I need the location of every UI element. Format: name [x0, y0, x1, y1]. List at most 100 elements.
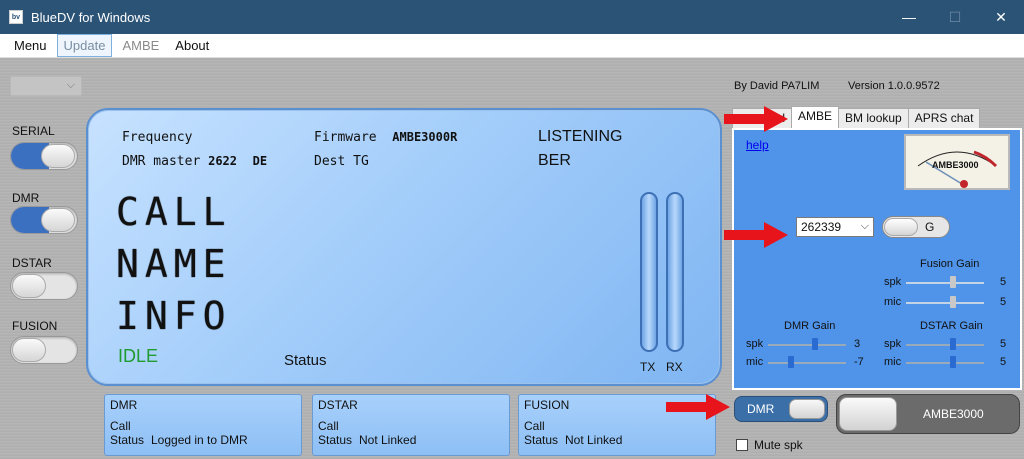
listening-text: LISTENING [538, 128, 623, 145]
vu-meter-title: AMBE3000 [932, 160, 979, 170]
dstar-spk-slider[interactable] [950, 338, 956, 350]
mute-spk-label: Mute spk [754, 438, 803, 452]
app-icon: bv [9, 10, 23, 24]
menu-bar: Menu Update AMBE About [0, 34, 1024, 58]
version-text: Version 1.0.0.9572 [848, 80, 940, 92]
tx-label: TX [640, 360, 656, 374]
fusion-gain-title: Fusion Gain [920, 258, 980, 270]
dmr-gain-title: DMR Gain [784, 320, 836, 332]
tab-bm-lookup[interactable]: BM lookup [838, 108, 909, 128]
dmr-id-value: 262339 [801, 220, 842, 234]
red-arrow-icon [724, 222, 788, 248]
dest-tg-label: Dest TG [314, 154, 369, 169]
g-toggle[interactable]: G [882, 216, 950, 238]
window-controls: — ☐ ✕ [886, 0, 1024, 34]
chevron-down-icon: ⌵ [66, 79, 75, 91]
dmr-master-value: 2622 [208, 154, 238, 168]
maximize-button[interactable]: ☐ [932, 0, 978, 34]
dstar-toggle[interactable] [10, 272, 78, 300]
dstar-gain-title: DSTAR Gain [920, 320, 983, 332]
dstar-spk-label: spk [884, 338, 902, 350]
dstar-mic-label: mic [884, 356, 902, 368]
dmr-panel-title: DMR [110, 398, 138, 412]
ambe3000-switch[interactable]: AMBE3000 [836, 394, 1020, 434]
menu-about[interactable]: About [169, 35, 215, 56]
dstar-spk-row: spk 5 [884, 338, 1020, 352]
fusion-spk-value: 5 [1000, 276, 1007, 288]
dmr-switch-label: DMR [747, 402, 775, 416]
dmr-spk-label: spk [746, 338, 764, 350]
lcd-display: Frequency DMR master 2622 DE Firmware AM… [86, 108, 722, 386]
ambe-switch-label: AMBE3000 [923, 407, 984, 421]
fusion-label: FUSION [12, 319, 58, 333]
ambe-tab-panel: help AMBE3000 262339 ⌵ G Fusion Gain spk… [732, 128, 1022, 390]
dmr-spk-slider[interactable] [812, 338, 818, 350]
mute-spk-checkbox[interactable]: Mute spk [736, 438, 803, 452]
fusion-mic-row: mic 5 [884, 296, 1020, 310]
dmr-mic-value: -7 [854, 356, 864, 368]
dmr-id-select[interactable]: 262339 ⌵ [796, 217, 874, 237]
close-button[interactable]: ✕ [978, 0, 1024, 34]
fusion-spk-label: spk [884, 276, 902, 288]
idle-status: IDLE [118, 346, 159, 366]
dmr-spk-value: 3 [854, 338, 861, 350]
help-link[interactable]: help [746, 138, 769, 152]
firmware: Firmware AMBE3000R [314, 130, 457, 145]
fusion-status-label: Status [524, 433, 559, 447]
menu-menu[interactable]: Menu [8, 35, 53, 56]
dmr-panel: DMR Call Status Logged in to DMR [104, 394, 302, 456]
minimize-button[interactable]: — [886, 0, 932, 34]
menu-ambe[interactable]: AMBE [116, 35, 165, 56]
frequency-label: Frequency [122, 130, 193, 145]
fusion-panel-title: FUSION [524, 398, 570, 412]
call-display: CALL [116, 190, 232, 234]
port-combo[interactable]: ⌵ [10, 76, 82, 96]
checkbox-icon [736, 439, 748, 451]
dmr-mic-label: mic [746, 356, 764, 368]
dmr-toggle[interactable] [10, 206, 78, 234]
fusion-call-label: Call [524, 419, 545, 433]
dmr-mode-switch[interactable]: DMR [734, 396, 828, 422]
dmr-master-country: DE [252, 154, 268, 168]
rx-label: RX [666, 360, 683, 374]
dstar-label: DSTAR [12, 256, 52, 270]
dstar-mic-value: 5 [1000, 356, 1007, 368]
dstar-status-label: Status [318, 433, 353, 447]
dmr-spk-row: spk 3 [746, 338, 876, 352]
window-title: BlueDV for Windows [31, 9, 151, 25]
dstar-status-value: Not Linked [359, 433, 417, 447]
dmr-call-label: Call [110, 419, 131, 433]
fusion-mic-slider[interactable] [950, 296, 956, 308]
dstar-call-label: Call [318, 419, 339, 433]
fusion-mic-label: mic [884, 296, 902, 308]
menu-update[interactable]: Update [56, 34, 113, 57]
firmware-label: Firmware [314, 130, 377, 145]
dmr-mic-row: mic -7 [746, 356, 876, 370]
fusion-toggle[interactable] [10, 336, 78, 364]
name-display: NAME [116, 242, 232, 286]
dmr-status-value: Logged in to DMR [151, 433, 248, 447]
tab-aprs-chat[interactable]: APRS chat [907, 108, 981, 128]
red-arrow-icon [666, 394, 730, 420]
vu-meter: AMBE3000 [904, 134, 1010, 190]
fusion-mic-value: 5 [1000, 296, 1007, 308]
info-display: INFO [116, 294, 232, 338]
fusion-spk-row: spk 5 [884, 276, 1020, 290]
dstar-mic-row: mic 5 [884, 356, 1020, 370]
tab-ambe[interactable]: AMBE [791, 106, 840, 128]
dstar-mic-slider[interactable] [950, 356, 956, 368]
ber-label: BER [538, 152, 571, 169]
red-arrow-icon [724, 106, 788, 132]
dmr-mic-slider[interactable] [788, 356, 794, 368]
dmr-master: DMR master 2622 DE [122, 154, 267, 169]
author-text: By David PA7LIM [734, 80, 820, 92]
rx-meter [666, 192, 684, 352]
dstar-spk-value: 5 [1000, 338, 1007, 350]
serial-label: SERIAL [12, 124, 55, 138]
workspace: ⌵ SERIAL DMR DSTAR FUSION Frequency DMR … [0, 58, 1024, 459]
fusion-spk-slider[interactable] [950, 276, 956, 288]
serial-toggle[interactable] [10, 142, 78, 170]
status-label: Status [284, 352, 327, 369]
tx-meter [640, 192, 658, 352]
dstar-panel: DSTAR Call Status Not Linked [312, 394, 510, 456]
